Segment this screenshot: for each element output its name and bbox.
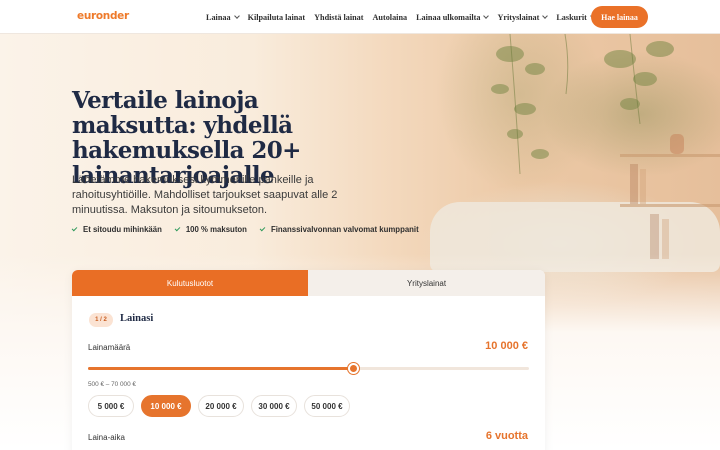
loan-term-value: 6 vuotta xyxy=(485,430,528,442)
benefit-item: Finanssivalvonnan valvomat kumppanit xyxy=(259,225,419,234)
benefit-label: Et sitoudu mihinkään xyxy=(83,225,162,234)
amount-preset-button[interactable]: 50 000 € xyxy=(304,395,350,417)
apply-loan-button[interactable]: Hae lainaa xyxy=(591,6,648,28)
nav-item-yhdistä-lainat[interactable]: Yhdistä lainat xyxy=(314,13,363,22)
amount-preset-button[interactable]: 30 000 € xyxy=(251,395,297,417)
benefit-item: 100 % maksuton xyxy=(174,225,247,234)
loan-term-label: Laina-aika xyxy=(88,433,125,442)
loan-amount-value: 10 000 € xyxy=(485,340,528,352)
site-header: euronder Lainaa Kilpailuta lainat Yhdistä … xyxy=(0,0,720,34)
hero-subtitle: Lähetämme hakemuksesi kymmenille pankeil… xyxy=(72,174,338,216)
benefit-label: Finanssivalvonnan valvomat kumppanit xyxy=(270,225,419,234)
amount-presets: 5 000 € 10 000 € 20 000 € 30 000 € 50 000 € xyxy=(88,395,357,417)
nav-item-label: Autolaina xyxy=(372,12,408,22)
step-title: Lainasi xyxy=(120,313,154,324)
slider-fill xyxy=(88,367,353,370)
tab-business-loans[interactable]: Yrityslainat xyxy=(308,270,545,296)
nav-item-label: Yrityslainat xyxy=(497,12,540,22)
nav-item-yrityslainat[interactable]: Yrityslainat xyxy=(497,12,549,22)
nav-item-lainaa[interactable]: Lainaa xyxy=(206,12,240,22)
bookshelf-decoration xyxy=(620,134,720,259)
nav-item-lainaa-ulkomailta[interactable]: Lainaa ulkomailta xyxy=(416,12,490,22)
chevron-down-icon xyxy=(542,12,549,19)
brand-logo[interactable]: euronder xyxy=(77,10,129,22)
loan-amount-label: Lainamäärä xyxy=(88,343,131,352)
checkmark-icon xyxy=(71,225,78,232)
chevron-down-icon xyxy=(233,12,240,19)
nav-item-label: Lainaa xyxy=(206,12,231,22)
amount-range-label: 500 € – 70 000 € xyxy=(88,381,136,388)
checkmark-icon xyxy=(259,225,266,232)
loan-amount-slider[interactable] xyxy=(88,363,529,374)
amount-preset-button[interactable]: 10 000 € xyxy=(141,395,191,417)
checkmark-icon xyxy=(174,225,181,232)
nav-item-label: Lainaa ulkomailta xyxy=(416,12,481,22)
chevron-down-icon xyxy=(483,12,490,19)
nav-item-label: Yhdistä lainat xyxy=(314,12,364,22)
benefit-list: Et sitoudu mihinkään 100 % maksuton Finans… xyxy=(71,225,432,234)
nav-item-laskurit[interactable]: Laskurit xyxy=(556,12,596,22)
benefit-item: Et sitoudu mihinkään xyxy=(71,225,162,234)
main-nav: Lainaa Kilpailuta lainat Yhdistä lainat Aut… xyxy=(206,0,604,34)
tab-consumer-loans[interactable]: Kulutusluotot xyxy=(72,270,308,296)
amount-preset-button[interactable]: 20 000 € xyxy=(198,395,244,417)
nav-item-kilpailuta-lainat[interactable]: Kilpailuta lainat xyxy=(248,13,306,22)
nav-item-label: Kilpailuta lainat xyxy=(247,12,306,22)
slider-handle[interactable] xyxy=(347,363,359,374)
nav-item-label: Laskurit xyxy=(556,12,587,22)
step-indicator: 1 / 2 xyxy=(89,313,113,327)
benefit-label: 100 % maksuton xyxy=(185,225,247,234)
nav-item-autolaina[interactable]: Autolaina xyxy=(373,13,408,22)
amount-preset-button[interactable]: 5 000 € xyxy=(88,395,134,417)
loan-form-card: Kulutusluotot Yrityslainat 1 / 2 Lainasi… xyxy=(72,270,545,450)
